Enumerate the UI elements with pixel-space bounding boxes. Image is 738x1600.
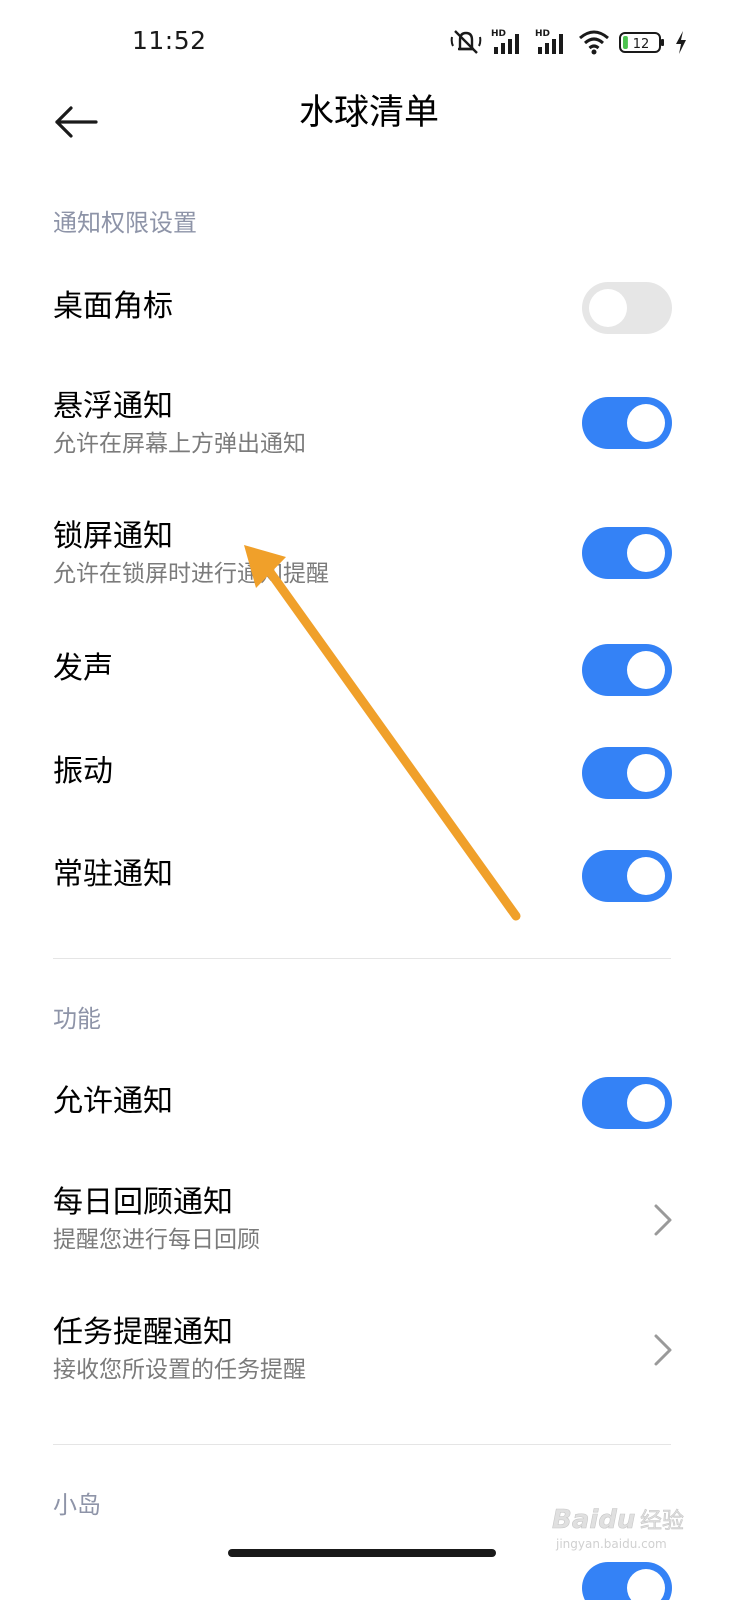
toggle-knob xyxy=(627,651,665,689)
home-indicator[interactable] xyxy=(228,1549,496,1557)
section-header-features: 功能 xyxy=(53,1005,101,1033)
status-time: 11:52 xyxy=(132,26,207,55)
hd-label: HD xyxy=(491,29,506,39)
toggle-knob xyxy=(627,1084,665,1122)
hd-signal-2-icon: HD xyxy=(535,29,563,54)
row-subtitle: 允许在锁屏时进行通知提醒 xyxy=(53,561,329,587)
baidu-watermark-logo: Baidu 经验 jingyan.baidu.com xyxy=(552,1505,684,1551)
row-allow-notification[interactable]: 允许通知 xyxy=(0,1065,738,1141)
row-task-reminder-notification[interactable]: 任务提醒通知 接收您所设置的任务提醒 xyxy=(0,1306,738,1396)
row-floating-notification[interactable]: 悬浮通知 允许在屏幕上方弹出通知 xyxy=(0,380,738,470)
page-title: 水球清单 xyxy=(298,93,439,133)
row-vibration[interactable]: 振动 xyxy=(0,735,738,811)
island-toggle-partial[interactable] xyxy=(582,1562,672,1600)
row-title: 桌面角标 xyxy=(53,289,173,324)
hd-label: HD xyxy=(535,29,550,39)
persistent-notification-toggle[interactable] xyxy=(582,850,672,902)
status-icons: HD HD 12 xyxy=(450,26,688,58)
charging-icon xyxy=(676,31,686,54)
section-divider xyxy=(53,958,671,959)
muted-icon xyxy=(450,30,482,54)
sound-toggle[interactable] xyxy=(582,644,672,696)
toggle-knob xyxy=(627,1569,665,1600)
hd-signal-1-icon: HD xyxy=(491,29,519,54)
row-title: 任务提醒通知 xyxy=(53,1315,233,1350)
toggle-knob xyxy=(627,754,665,792)
status-bar: 11:52 HD HD 12 xyxy=(0,0,738,82)
row-title: 锁屏通知 xyxy=(53,519,173,554)
toggle-knob xyxy=(627,404,665,442)
chevron-right-icon[interactable] xyxy=(648,1200,676,1240)
wifi-icon xyxy=(579,30,609,55)
chevron-right-icon[interactable] xyxy=(648,1330,676,1370)
row-title: 常驻通知 xyxy=(53,857,173,892)
watermark-brand: Baidu xyxy=(552,1505,635,1535)
row-lockscreen-notification[interactable]: 锁屏通知 允许在锁屏时进行通知提醒 xyxy=(0,510,738,600)
battery-icon: 12 xyxy=(619,32,664,53)
toggle-knob xyxy=(627,857,665,895)
toggle-knob xyxy=(627,534,665,572)
lockscreen-notification-toggle[interactable] xyxy=(582,527,672,579)
section-divider xyxy=(53,1444,671,1445)
screen: 11:52 HD HD 12 水球清单 通知权限设置 桌面角标 悬浮通知 允许在… xyxy=(0,0,738,1600)
row-title: 每日回顾通知 xyxy=(53,1185,233,1220)
row-desktop-badge[interactable]: 桌面角标 xyxy=(0,270,738,348)
row-title: 悬浮通知 xyxy=(53,389,173,424)
row-subtitle: 允许在屏幕上方弹出通知 xyxy=(53,431,306,457)
section-header-notification-permissions: 通知权限设置 xyxy=(53,209,197,237)
row-subtitle: 提醒您进行每日回顾 xyxy=(53,1227,260,1253)
battery-level: 12 xyxy=(633,37,650,52)
desktop-badge-toggle[interactable] xyxy=(582,282,672,334)
row-sound[interactable]: 发声 xyxy=(0,632,738,708)
row-title: 发声 xyxy=(53,651,113,686)
row-persistent-notification[interactable]: 常驻通知 xyxy=(0,838,738,914)
toggle-knob xyxy=(589,289,627,327)
section-header-island: 小岛 xyxy=(53,1491,101,1519)
row-title: 允许通知 xyxy=(53,1084,173,1119)
watermark-label: 经验 xyxy=(640,1509,684,1534)
row-subtitle: 接收您所设置的任务提醒 xyxy=(53,1357,306,1383)
row-daily-review-notification[interactable]: 每日回顾通知 提醒您进行每日回顾 xyxy=(0,1176,738,1266)
header: 水球清单 xyxy=(0,82,738,182)
allow-notification-toggle[interactable] xyxy=(582,1077,672,1129)
watermark-url: jingyan.baidu.com xyxy=(555,1537,667,1551)
vibration-toggle[interactable] xyxy=(582,747,672,799)
row-title: 振动 xyxy=(53,754,113,789)
floating-notification-toggle[interactable] xyxy=(582,397,672,449)
